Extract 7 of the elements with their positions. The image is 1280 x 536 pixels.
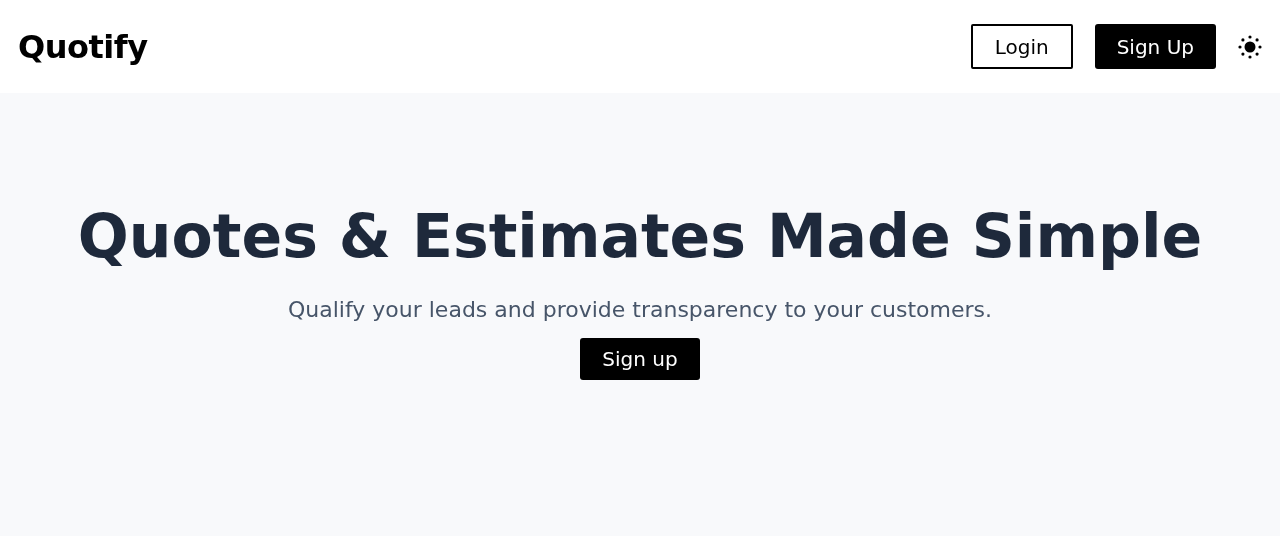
logo[interactable]: Quotify: [18, 27, 148, 66]
login-button[interactable]: Login: [970, 24, 1073, 69]
sign-up-button[interactable]: Sign up: [580, 338, 700, 380]
sun-icon[interactable]: [1238, 34, 1262, 59]
sign-up-button[interactable]: Sign Up: [1094, 24, 1216, 69]
hero-subtitle: Qualify your leads and provide transparency to your customers.: [287, 297, 993, 322]
hero-title: Quotes & Estimates Made Simple: [77, 201, 1203, 271]
